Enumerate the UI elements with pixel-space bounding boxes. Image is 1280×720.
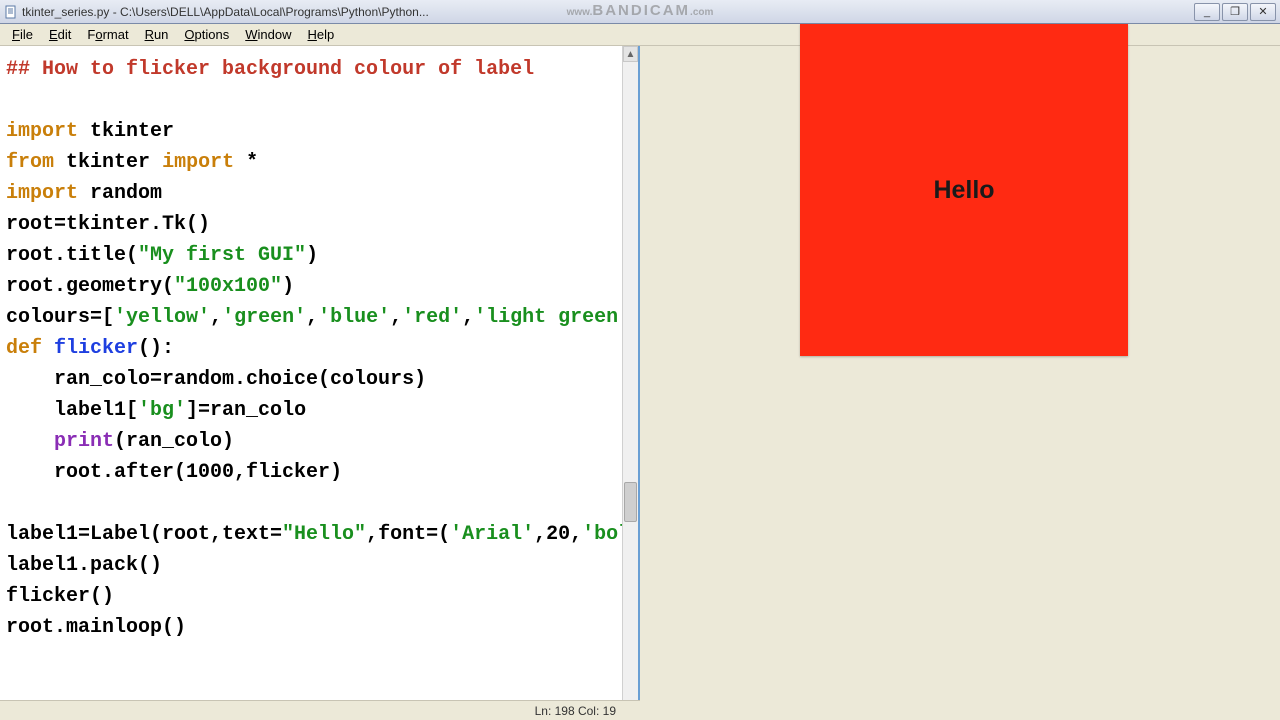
- close-button[interactable]: ✕: [1250, 3, 1276, 21]
- menu-edit[interactable]: Edit: [41, 25, 79, 44]
- title-bar: tkinter_series.py - C:\Users\DELL\AppDat…: [0, 0, 1280, 24]
- menu-window[interactable]: Window: [237, 25, 299, 44]
- menu-run[interactable]: Run: [137, 25, 177, 44]
- menu-options[interactable]: Options: [176, 25, 237, 44]
- menu-file[interactable]: File: [4, 25, 41, 44]
- menu-help[interactable]: Help: [300, 25, 343, 44]
- maximize-button[interactable]: ❐: [1222, 3, 1248, 21]
- main-area: ## How to flicker background colour of l…: [0, 46, 1280, 720]
- output-pane: Hello: [640, 46, 1280, 720]
- window-title: tkinter_series.py - C:\Users\DELL\AppDat…: [22, 5, 1194, 19]
- hello-label: Hello: [933, 176, 994, 205]
- window-controls: _ ❐ ✕: [1194, 3, 1276, 21]
- status-bar: Ln: 198 Col: 19: [0, 700, 640, 720]
- cursor-position: Ln: 198 Col: 19: [535, 704, 616, 718]
- minimize-button[interactable]: _: [1194, 3, 1220, 21]
- scroll-up-arrow-icon[interactable]: ▲: [623, 46, 638, 62]
- python-file-icon: [4, 5, 18, 19]
- code-text[interactable]: ## How to flicker background colour of l…: [0, 46, 638, 651]
- vertical-scrollbar[interactable]: ▲ ▼: [622, 46, 638, 720]
- editor-pane[interactable]: ## How to flicker background colour of l…: [0, 46, 640, 720]
- scroll-track[interactable]: [623, 62, 638, 704]
- tkinter-output-window[interactable]: Hello: [800, 24, 1128, 356]
- menu-format[interactable]: Format: [79, 25, 136, 44]
- scroll-thumb[interactable]: [624, 482, 637, 522]
